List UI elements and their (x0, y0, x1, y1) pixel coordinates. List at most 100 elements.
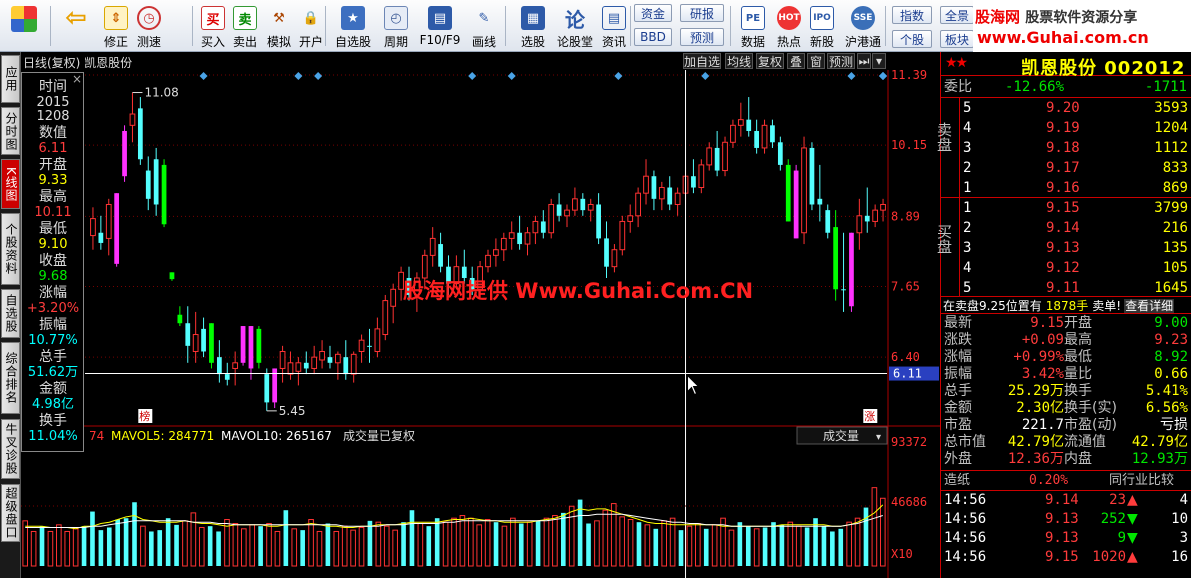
sell-level-row[interactable]: 4 9.19 1204 (960, 120, 1191, 138)
candle[interactable] (849, 232, 854, 312)
chart-menu-arrow-icon[interactable]: ▾ (872, 53, 886, 69)
gegu-button[interactable]: 个股 (892, 30, 932, 48)
tab-vertical-0[interactable]: 应用 (1, 55, 20, 103)
view-detail-link[interactable]: 查看详细 (1124, 299, 1175, 313)
volume-bar (711, 524, 718, 567)
speed-test-button[interactable]: ◷ 测速 (133, 2, 165, 50)
tag-bang[interactable]: 榜 (138, 409, 153, 423)
quan-button[interactable]: 全景 (940, 6, 974, 24)
kline-chart[interactable]: 11.39 10.15 8.89 7.65 6.40 11.08 5.45 榜 涨 6.11 股海网… (21, 70, 940, 578)
pencil-button[interactable]: ✎ 画线 (462, 2, 506, 50)
sector-name[interactable]: 造纸 (944, 472, 970, 489)
quote-key: 换手(实) (1064, 400, 1117, 416)
hk-connect-button[interactable]: SSE 沪港通 (841, 2, 885, 50)
ban-button[interactable]: 板块 (940, 30, 974, 48)
candle[interactable] (240, 326, 246, 366)
candle[interactable] (382, 294, 389, 341)
quote-key: 金额 (944, 400, 972, 416)
sell-level-row[interactable]: 1 9.16 869 (960, 180, 1191, 198)
candle[interactable] (114, 193, 120, 267)
tab-vertical-5[interactable]: 综合排名 (1, 342, 20, 414)
candle[interactable] (809, 142, 815, 211)
tag-zhang[interactable]: 涨 (863, 409, 878, 423)
tab-vertical-6[interactable]: 牛叉诊股 (1, 419, 20, 479)
candle-body (279, 350, 286, 369)
volume-bar (140, 525, 146, 567)
candle[interactable] (209, 323, 214, 369)
yanbao-button[interactable]: 研报 (680, 4, 724, 22)
candle-body (737, 119, 744, 126)
star-rating-icon: ★★ (945, 55, 968, 71)
forum-button[interactable]: 论论股堂 (555, 2, 595, 50)
sector-compare-link[interactable]: 同行业比较 (1109, 472, 1174, 489)
panel-divider (941, 470, 1191, 471)
bbd-button[interactable]: BBD (634, 28, 672, 46)
chart-btn-4[interactable]: 窗 (807, 53, 825, 69)
candle[interactable] (722, 136, 728, 177)
tab-vertical-3[interactable]: 个股资料 (1, 213, 20, 285)
volume-indicator-dropdown[interactable]: 成交量 ▾ (796, 426, 888, 445)
buy-level-row[interactable]: 1 9.15 3799 (960, 200, 1191, 218)
candle[interactable] (272, 368, 278, 409)
hot-button[interactable]: HOT 热点 (773, 2, 805, 50)
hammer-button[interactable]: ⚒ 模拟 (263, 2, 295, 50)
back-arrow-button[interactable]: ⇦ (58, 2, 94, 50)
sell-level-row[interactable]: 3 9.18 1112 (960, 140, 1191, 158)
ipo-button[interactable]: IPO 新股 (806, 2, 838, 50)
volume-bar (451, 517, 457, 567)
buy-level-row[interactable]: 4 9.12 105 (960, 260, 1191, 278)
buy-level-price: 9.12 (1046, 260, 1080, 276)
candle[interactable] (793, 164, 799, 239)
tab-vertical-7[interactable]: 超级盘口 (1, 484, 20, 542)
info-key: 换手 (39, 413, 67, 429)
volume-bar (535, 520, 541, 566)
select-stock-button[interactable]: ▦ 选股 (514, 2, 552, 50)
sell-level-row[interactable]: 2 9.17 833 (960, 160, 1191, 178)
volume-bar (586, 523, 591, 566)
tick-count: 3 (1179, 530, 1188, 546)
chart-btn-2[interactable]: 复权 (756, 53, 784, 69)
tab-vertical-1[interactable]: 分时图 (1, 107, 20, 155)
tab-vertical-2[interactable]: K线图 (1, 159, 20, 209)
tab-vertical-4[interactable]: 自选股 (1, 289, 20, 338)
candle-body (508, 232, 515, 239)
info-key: 开盘 (39, 157, 67, 173)
volume-bar (771, 522, 776, 566)
volume-bar (728, 529, 735, 567)
sell-button[interactable]: 卖卖出 (229, 2, 261, 50)
candle-body (192, 334, 199, 352)
news-button[interactable]: ▤ 资讯 (598, 2, 630, 50)
period-button[interactable]: ◴ 周期 (376, 2, 416, 50)
candle-body (311, 356, 318, 369)
candle[interactable] (801, 136, 807, 245)
candle[interactable] (256, 326, 262, 369)
app-grid-button[interactable] (4, 2, 44, 50)
candle[interactable] (548, 198, 555, 239)
chart-btn-3[interactable]: 叠 (787, 53, 805, 69)
volume-legend: 74 MAVOL5: 284771 MAVOL10: 265167 成交量已复权 (89, 428, 415, 443)
chart-btn-5[interactable]: 预测 (827, 53, 855, 69)
f10-button[interactable]: ▤ F10/F9 (418, 2, 462, 50)
candle[interactable] (785, 159, 791, 222)
pe-data-button[interactable]: PE 数据 (735, 2, 771, 50)
candle-body (201, 328, 206, 352)
buy-level-row[interactable]: 2 9.14 216 (960, 220, 1191, 238)
chart-btn-1[interactable]: 均线 (725, 53, 753, 69)
candle-body (232, 362, 239, 369)
chart-nav-end-icon[interactable]: ⏭ (857, 53, 871, 69)
sell-level-row[interactable]: 5 9.20 3593 (960, 100, 1191, 118)
volume-bar (350, 529, 356, 567)
star-button[interactable]: ★ 自选股 (333, 2, 373, 50)
stock-header: ★★ 凯恩股份 002012 (941, 52, 1191, 79)
zijin-button[interactable]: 资金 (634, 4, 672, 22)
candle[interactable] (122, 125, 127, 182)
zhishu-button[interactable]: 指数 (892, 6, 932, 24)
lock-button[interactable]: 🔒 开户 (295, 2, 327, 50)
candle[interactable] (161, 159, 167, 228)
chart-btn-0[interactable]: 加自选 (683, 53, 721, 69)
yuce-button[interactable]: 预测 (680, 28, 724, 46)
candle[interactable] (619, 215, 626, 256)
adjust-button[interactable]: ⇕ 修正 (100, 2, 132, 50)
buy-level-row[interactable]: 3 9.13 135 (960, 240, 1191, 258)
buy-button[interactable]: 买买入 (197, 2, 229, 50)
